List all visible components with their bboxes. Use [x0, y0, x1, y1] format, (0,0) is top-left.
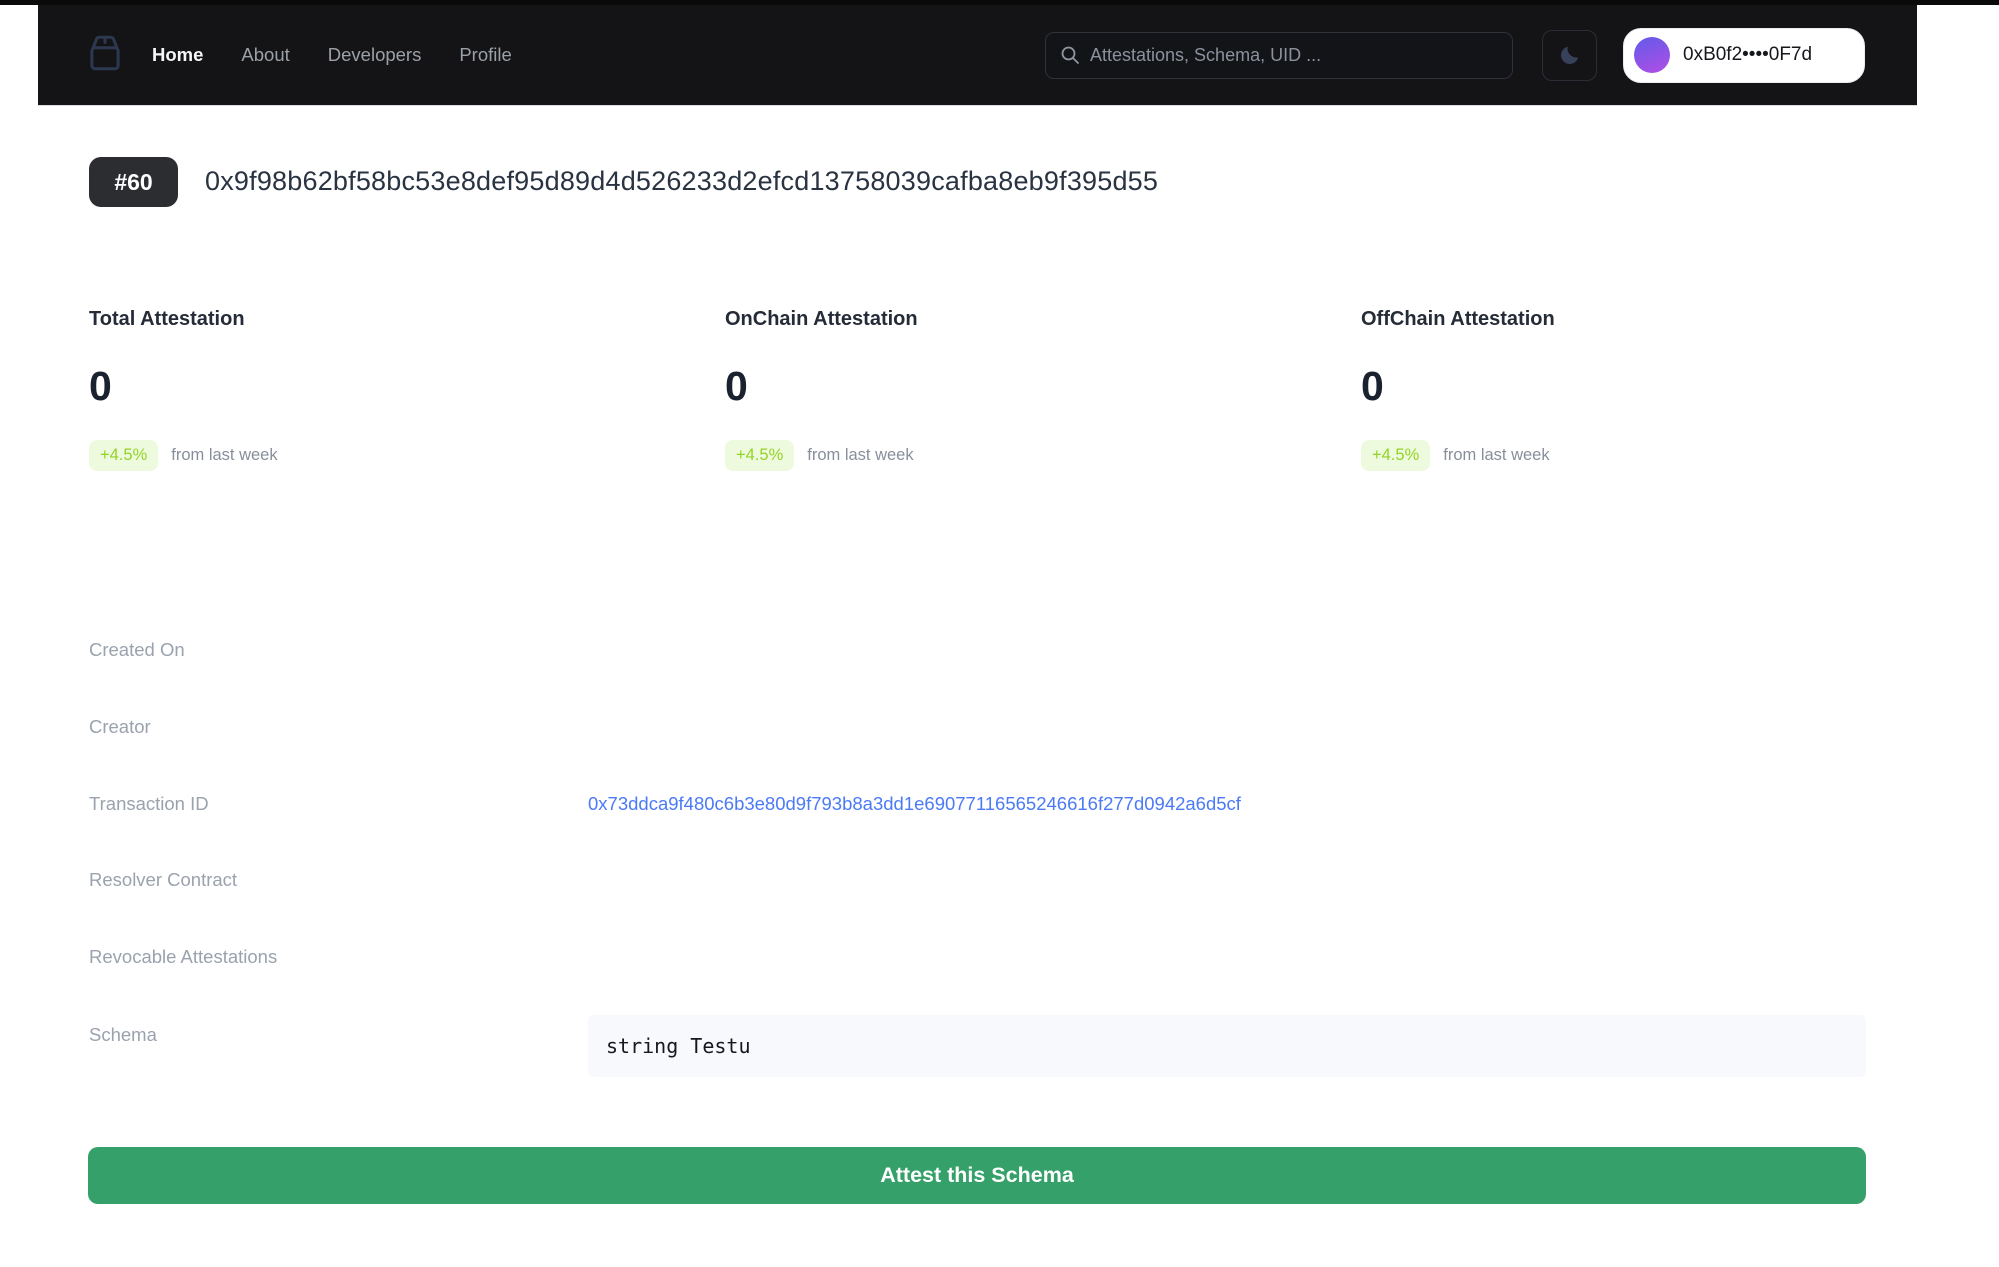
detail-label-transaction-id: Transaction ID [89, 791, 209, 817]
schema-uid: 0x9f98b62bf58bc53e8def95d89d4d526233d2ef… [205, 166, 1158, 197]
detail-label-creator: Creator [89, 714, 151, 740]
stat-change-row: +4.5% from last week [725, 440, 1361, 471]
change-badge: +4.5% [1361, 440, 1430, 471]
stat-change-row: +4.5% from last week [1361, 440, 1997, 471]
search-icon [1060, 45, 1080, 65]
wallet-pill[interactable]: 0xB0f2••••0F7d [1623, 28, 1865, 83]
change-note: from last week [1443, 446, 1549, 465]
schema-definition-code: string Testu [606, 1034, 751, 1058]
package-icon [84, 30, 126, 81]
transaction-id-link[interactable]: 0x73ddca9f480c6b3e80d9f793b8a3dd1e690771… [588, 791, 1241, 817]
stat-value: 0 [1361, 363, 1997, 410]
stat-onchain-attestation: OnChain Attestation 0 +4.5% from last we… [725, 308, 1361, 471]
wallet-avatar [1634, 37, 1670, 73]
detail-label-resolver-contract: Resolver Contract [89, 867, 237, 893]
nav-link-about[interactable]: About [241, 44, 289, 66]
stat-value: 0 [89, 363, 725, 410]
schema-definition-box: string Testu [588, 1015, 1866, 1077]
wallet-address: 0xB0f2••••0F7d [1683, 44, 1812, 66]
change-badge: +4.5% [89, 440, 158, 471]
detail-label-created-on: Created On [89, 637, 185, 663]
nav-link-profile[interactable]: Profile [459, 44, 511, 66]
search-box[interactable] [1045, 32, 1513, 79]
stat-total-attestation: Total Attestation 0 +4.5% from last week [89, 308, 725, 471]
change-note: from last week [807, 446, 913, 465]
moon-icon [1558, 43, 1582, 67]
nav-links: Home About Developers Profile [152, 44, 512, 66]
app-logo[interactable] [84, 32, 126, 78]
navbar: Home About Developers Profile 0xB0f [38, 5, 1917, 105]
stat-title: Total Attestation [89, 308, 725, 331]
stat-title: OnChain Attestation [725, 308, 1361, 331]
search-input[interactable] [1090, 45, 1498, 66]
detail-label-revocable-attestations: Revocable Attestations [89, 944, 277, 970]
change-note: from last week [171, 446, 277, 465]
detail-label-schema: Schema [89, 1022, 157, 1048]
nav-link-home[interactable]: Home [152, 44, 203, 66]
stat-offchain-attestation: OffChain Attestation 0 +4.5% from last w… [1361, 308, 1997, 471]
stats-row: Total Attestation 0 +4.5% from last week… [89, 308, 1997, 471]
schema-number-badge: #60 [89, 157, 178, 207]
theme-toggle-button[interactable] [1542, 30, 1597, 81]
nav-link-developers[interactable]: Developers [328, 44, 422, 66]
stat-change-row: +4.5% from last week [89, 440, 725, 471]
schema-detail-page: Home About Developers Profile 0xB0f [0, 0, 1999, 1267]
change-badge: +4.5% [725, 440, 794, 471]
stat-value: 0 [725, 363, 1361, 410]
stat-title: OffChain Attestation [1361, 308, 1997, 331]
attest-schema-button[interactable]: Attest this Schema [88, 1147, 1866, 1204]
